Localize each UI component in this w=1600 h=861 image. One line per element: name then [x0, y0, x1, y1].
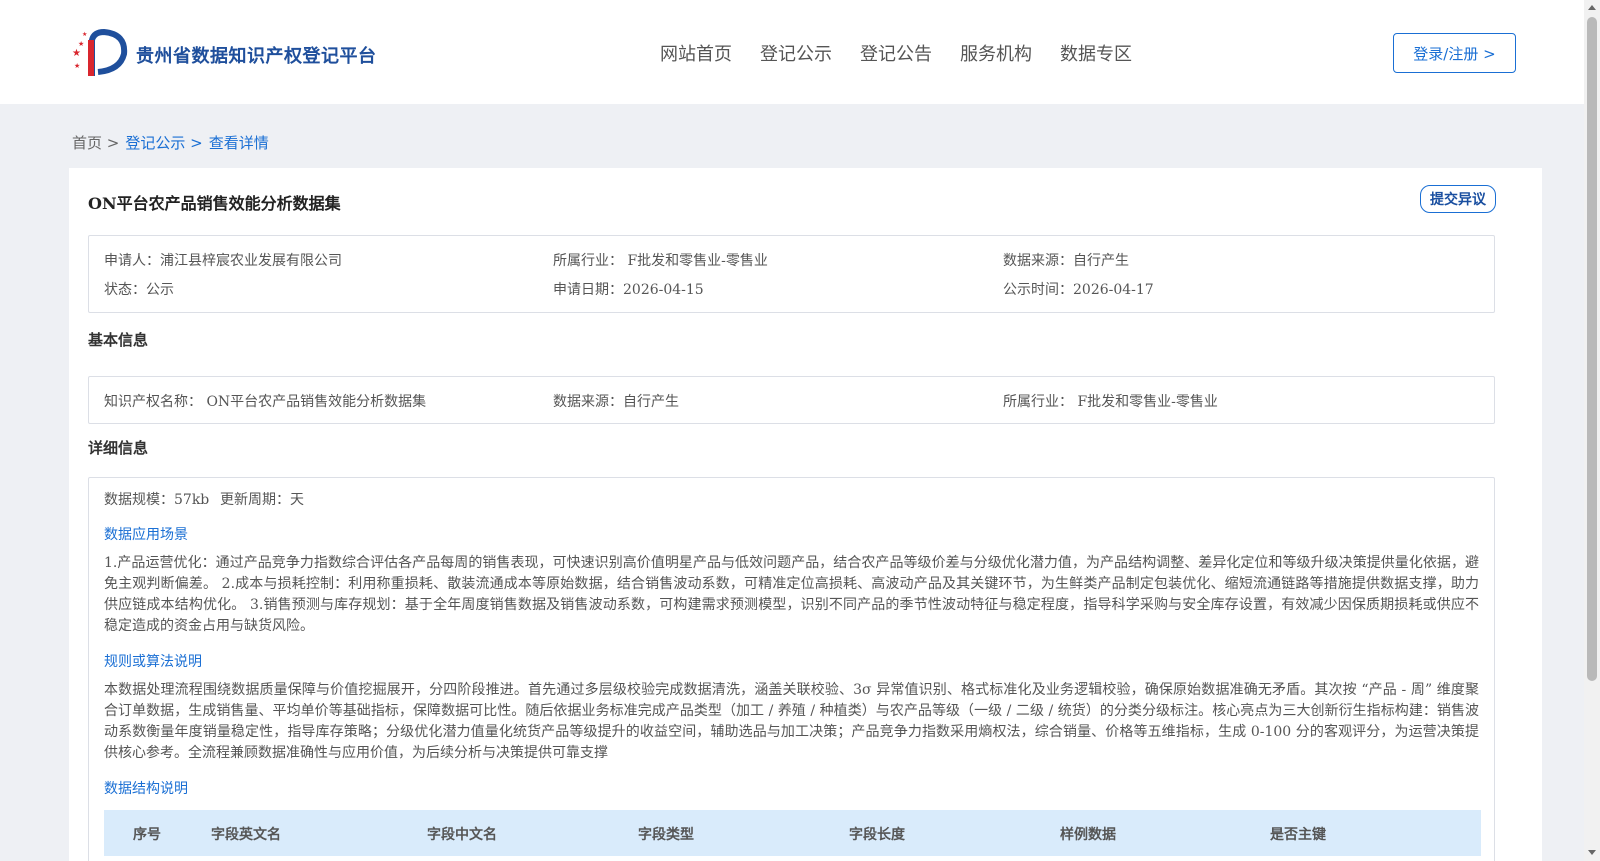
status-field: 状态：公示	[104, 282, 174, 298]
detail-card: ON平台农产品销售效能分析数据集 提交异议 申请人：浦江县梓宸农业发展有限公司 …	[69, 168, 1542, 861]
platform-logo-icon: ★ ★ ★ ★	[72, 28, 128, 76]
scrollbar-thumb[interactable]	[1587, 17, 1597, 681]
breadcrumb-home[interactable]: 首页 >	[72, 132, 119, 153]
basic-data-source-field: 数据来源：自行产生	[553, 394, 679, 410]
industry-field: 所属行业： F批发和零售业-零售业	[553, 253, 768, 269]
th-field-en: 字段英文名	[211, 827, 281, 843]
breadcrumb-current: 查看详情	[208, 134, 269, 152]
detail-info-heading: 详细信息	[88, 439, 149, 457]
submit-objection-button[interactable]: 提交异议	[1420, 185, 1496, 213]
th-sample: 样例数据	[1060, 827, 1116, 843]
nav-item-home[interactable]: 网站首页	[660, 40, 732, 66]
apply-date-field: 申请日期：2026-04-15	[553, 282, 704, 298]
nav-item-data-zone[interactable]: 数据专区	[1060, 40, 1132, 66]
main-nav: 网站首页 登记公示 登记公告 服务机构 数据专区	[660, 40, 1160, 66]
detail-info-box: 数据规模：57kb 更新周期：天 数据应用场景 1.产品运营优化：通过产品竞争力…	[88, 477, 1495, 861]
rules-text: 本数据处理流程围绕数据质量保障与价值挖掘展开，分四阶段推进。首先通过多层级校验完…	[104, 682, 1479, 761]
scenario-heading: 数据应用场景	[104, 527, 188, 543]
brand-title[interactable]: 贵州省数据知识产权登记平台	[136, 42, 377, 68]
nav-item-service-agencies[interactable]: 服务机构	[960, 40, 1032, 66]
update-cycle-field: 更新周期：天	[220, 492, 304, 508]
dataset-title: ON平台农产品销售效能分析数据集	[88, 194, 341, 213]
basic-industry-field: 所属行业： F批发和零售业-零售业	[1003, 394, 1218, 410]
th-primary-key: 是否主键	[1270, 827, 1326, 843]
ip-name-field: 知识产权名称： ON平台农产品销售效能分析数据集	[104, 394, 427, 410]
page-scrollbar[interactable]	[1584, 0, 1600, 861]
scenario-text: 1.产品运营优化：通过产品竞争力指数综合评估各产品每周的销售表现，可快速识别高价…	[104, 555, 1479, 634]
th-field-length: 字段长度	[849, 827, 905, 843]
basic-info-box: 知识产权名称： ON平台农产品销售效能分析数据集 数据来源：自行产生 所属行业：…	[88, 376, 1495, 424]
svg-text:★: ★	[72, 48, 81, 59]
basic-info-heading: 基本信息	[88, 331, 149, 349]
scroll-down-arrow-icon[interactable]	[1588, 850, 1596, 855]
svg-text:★: ★	[78, 40, 84, 48]
svg-text:★: ★	[82, 31, 87, 38]
th-field-cn: 字段中文名	[427, 827, 497, 843]
svg-text:★: ★	[74, 62, 80, 70]
structure-table-header: 序号 字段英文名 字段中文名 字段类型 字段长度 样例数据 是否主键	[104, 810, 1481, 856]
breadcrumb: 首页 > 登记公示 > 查看详情	[72, 132, 275, 153]
login-register-button[interactable]: 登录/注册 >	[1393, 33, 1516, 73]
breadcrumb-registration-public[interactable]: 登记公示 >	[125, 132, 202, 153]
structure-heading: 数据结构说明	[104, 781, 188, 797]
data-scale-field: 数据规模：57kb	[104, 492, 210, 508]
th-index: 序号	[133, 827, 161, 843]
th-field-type: 字段类型	[638, 827, 694, 843]
summary-box: 申请人：浦江县梓宸农业发展有限公司 所属行业： F批发和零售业-零售业 数据来源…	[88, 235, 1495, 313]
top-header: ★ ★ ★ ★ 贵州省数据知识产权登记平台 网站首页 登记公示 登记公告 服务机…	[0, 0, 1584, 104]
publish-date-field: 公示时间：2026-04-17	[1003, 282, 1154, 298]
nav-item-registration-notice[interactable]: 登记公告	[860, 40, 932, 66]
scroll-up-arrow-icon[interactable]	[1588, 5, 1596, 10]
nav-item-registration-public[interactable]: 登记公示	[760, 40, 832, 66]
applicant-field: 申请人：浦江县梓宸农业发展有限公司	[104, 253, 342, 269]
data-source-field: 数据来源：自行产生	[1003, 253, 1129, 269]
rules-heading: 规则或算法说明	[104, 654, 202, 670]
